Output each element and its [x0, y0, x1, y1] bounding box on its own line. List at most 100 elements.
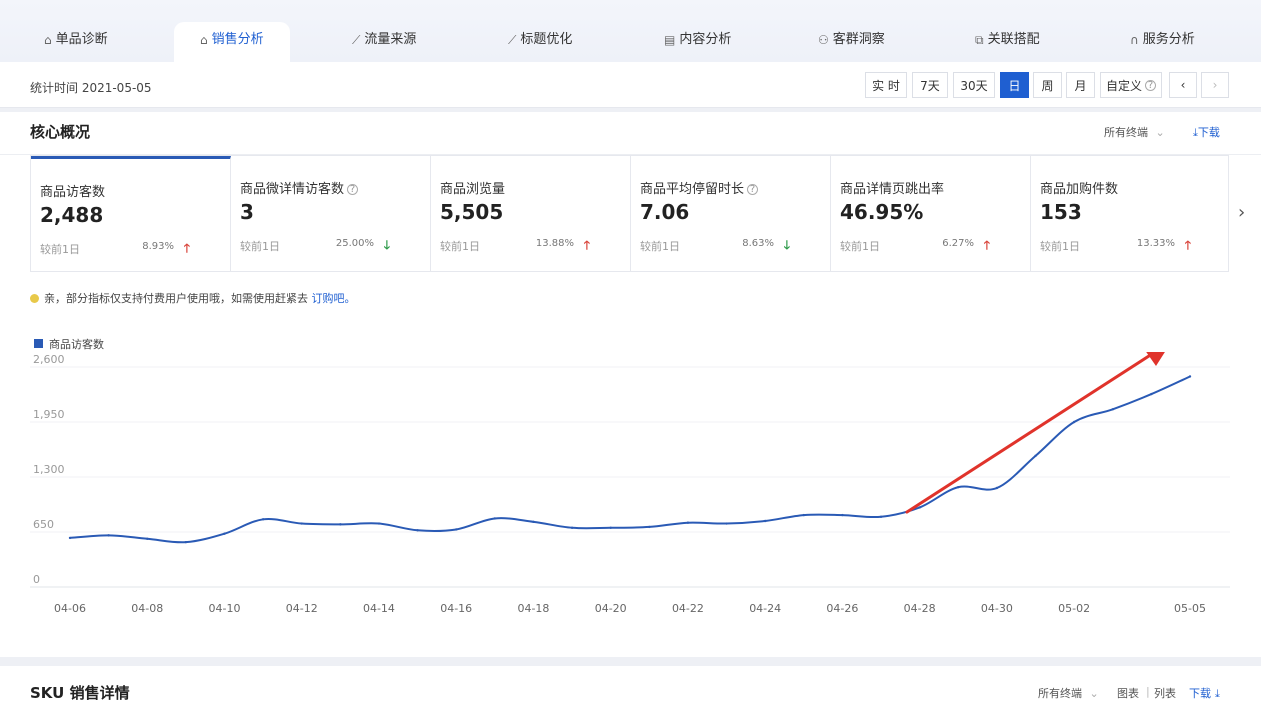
range-7d-button[interactable]: 7天 [912, 72, 948, 98]
help-icon: ? [1145, 79, 1156, 91]
x-tick-label: 04-08 [131, 602, 163, 615]
x-tick-label: 04-26 [826, 602, 858, 615]
data-point [261, 518, 265, 521]
data-point [686, 521, 690, 524]
tab-product-diagnosis[interactable]: ⌂ 单品诊断 [44, 22, 108, 62]
x-tick-label: 04-24 [749, 602, 781, 615]
y-tick-label: 1,950 [33, 408, 65, 421]
data-point [300, 522, 303, 525]
bag-icon: ⌂ [44, 33, 52, 47]
data-point [957, 485, 960, 489]
metric-card-bounce-rate[interactable]: 商品详情页跳出率 46.95% 较前1日 6.27% 🡑 [831, 156, 1031, 271]
chevron-right-icon[interactable]: › [1238, 202, 1245, 223]
y-tick-label: 1,300 [33, 463, 65, 476]
data-point [802, 513, 805, 517]
prev-date-button[interactable]: ‹ [1169, 72, 1197, 98]
data-point [609, 526, 612, 529]
range-day-button[interactable]: 日 [1000, 72, 1029, 98]
range-30d-button[interactable]: 30天 [953, 72, 995, 98]
data-point [1072, 420, 1076, 424]
arrow-down-icon: 🡓 [383, 238, 390, 252]
date-toolbar: 统计时间 2021-05-05 实 时 7天 30天 日 周 月 自定义? ‹ … [0, 62, 1261, 108]
data-point [339, 523, 342, 526]
data-point [68, 536, 72, 540]
chevron-down-icon: ⌄ [1089, 687, 1099, 700]
terminal-select[interactable]: 所有终端 ⌄ [1104, 124, 1165, 140]
x-tick-label: 04-30 [981, 602, 1013, 615]
x-tick-label: 04-28 [904, 602, 936, 615]
x-tick-label: 04-16 [440, 602, 472, 615]
data-point [416, 529, 419, 532]
view-separator: | [1146, 685, 1150, 698]
data-point [493, 517, 497, 520]
section-title: 核心概况 [30, 123, 91, 141]
data-point [223, 532, 226, 535]
metric-card-add-to-cart[interactable]: 商品加购件数 153 较前1日 13.33% 🡑 [1031, 156, 1231, 271]
x-tick-label: 04-14 [363, 602, 395, 615]
line-chart-icon: ⟋ [352, 33, 361, 47]
data-point [918, 506, 921, 509]
data-point [1034, 454, 1037, 458]
x-tick-label: 04-12 [286, 602, 318, 615]
info-dot-icon [30, 294, 39, 303]
core-overview-panel: 核心概况 所有终端 ⌄ ⤓下载 商品访客数 2,488 较前1日 8.93% 🡑… [0, 112, 1261, 657]
y-tick-label: 2,600 [33, 353, 65, 366]
x-tick-label: 04-10 [208, 602, 240, 615]
y-tick-label: 0 [33, 573, 40, 586]
range-month-button[interactable]: 月 [1066, 72, 1095, 98]
series-line-visitors [69, 375, 1191, 544]
arrow-up-icon: 🡑 [583, 238, 590, 252]
next-date-button[interactable]: › [1201, 72, 1229, 98]
notice: 亲，部分指标仅支持付费用户使用哦，如需使用赶紧去 订购吧。 [30, 290, 356, 306]
data-point [725, 522, 728, 525]
tab-related-match[interactable]: ⧉ 关联搭配 [975, 22, 1040, 62]
sku-list-view-button[interactable]: 列表 [1154, 685, 1176, 701]
metric-card-avg-stay[interactable]: 商品平均停留时长? 7.06 较前1日 8.63% 🡓 [631, 156, 831, 271]
data-point [879, 515, 883, 518]
help-icon[interactable]: ? [347, 184, 359, 195]
annotation-arrow-shaft [905, 352, 1154, 514]
data-point [146, 537, 149, 540]
data-point [455, 528, 458, 531]
download-link[interactable]: ⤓下载 [1193, 124, 1220, 140]
tab-service-analysis[interactable]: ∩ 服务分析 [1130, 22, 1195, 62]
range-custom-button[interactable]: 自定义? [1100, 72, 1162, 98]
x-tick-label: 04-22 [672, 602, 704, 615]
arrow-up-icon: 🡑 [1184, 238, 1191, 252]
x-tick-label: 04-06 [54, 602, 86, 615]
metric-card-visitors[interactable]: 商品访客数 2,488 较前1日 8.93% 🡑 [31, 156, 231, 271]
tab-traffic-source[interactable]: ⟋ 流量来源 [352, 22, 416, 62]
tab-sales-analysis[interactable]: ⌂ 销售分析 [174, 22, 290, 62]
tab-content-analysis[interactable]: ▤ 内容分析 [664, 22, 731, 62]
data-point [107, 534, 110, 537]
bag-icon: ⌂ [200, 33, 208, 47]
tab-audience-insight[interactable]: ⚇ 客群洞察 [818, 22, 885, 62]
y-tick-label: 650 [33, 518, 54, 531]
sku-sales-panel: SKU 销售详情 所有终端 ⌄ 图表 | 列表 下载 ⤓ [0, 666, 1261, 721]
download-icon: ⤓ [1215, 687, 1220, 700]
link-icon: ⧉ [975, 33, 984, 47]
chart-legend[interactable]: 商品访客数 [34, 336, 104, 352]
data-point [995, 486, 999, 490]
x-tick-label: 04-20 [595, 602, 627, 615]
data-point [763, 519, 767, 523]
arrow-down-icon: 🡓 [783, 238, 790, 252]
range-realtime-button[interactable]: 实 时 [865, 72, 907, 98]
tab-title-optimization[interactable]: ⟋ 标题优化 [508, 22, 572, 62]
sku-title: SKU 销售详情 [30, 684, 130, 702]
sku-terminal-select[interactable]: 所有终端 ⌄ [1038, 685, 1099, 701]
chevron-down-icon: ⌄ [1155, 126, 1165, 139]
x-tick-label: 04-18 [517, 602, 549, 615]
sku-chart-view-button[interactable]: 图表 [1117, 685, 1139, 701]
line-chart-icon: ⟋ [508, 33, 517, 47]
range-week-button[interactable]: 周 [1033, 72, 1062, 98]
data-point [1188, 375, 1192, 378]
help-icon[interactable]: ? [747, 184, 759, 195]
data-point [1150, 392, 1153, 396]
document-icon: ▤ [664, 33, 676, 47]
metric-card-micro-detail-visitors[interactable]: 商品微详情访客数? 3 较前1日 25.00% 🡓 [231, 156, 431, 271]
x-tick-label: 05-02 [1058, 602, 1090, 615]
metric-card-page-views[interactable]: 商品浏览量 5,505 较前1日 13.88% 🡑 [431, 156, 631, 271]
sku-download-button[interactable]: 下载 ⤓ [1189, 685, 1220, 701]
subscribe-link[interactable]: 订购吧。 [312, 292, 356, 305]
